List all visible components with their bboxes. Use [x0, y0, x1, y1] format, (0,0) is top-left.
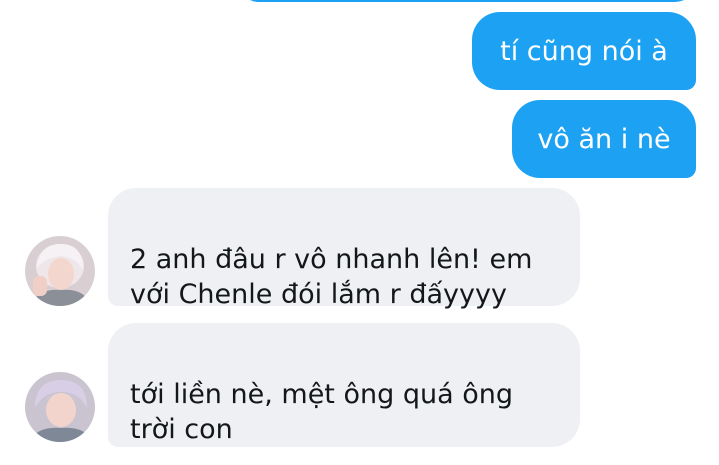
- avatar-image: [25, 372, 95, 442]
- avatar-image: [25, 236, 95, 306]
- chat-thread: tí cũng nói à vô ăn i nè 2 anh đâu r vô …: [0, 0, 719, 465]
- outgoing-message-bubble[interactable]: vô ăn i nè: [512, 100, 696, 178]
- previous-message-bubble[interactable]: [238, 0, 696, 2]
- incoming-message-bubble[interactable]: 2 anh đâu r vô nhanh lên! em với Chenle …: [108, 188, 580, 310]
- outgoing-message-bubble[interactable]: tí cũng nói à: [472, 12, 696, 90]
- message-text: tí cũng nói à: [500, 35, 668, 67]
- message-text: vô ăn i nè: [537, 123, 671, 155]
- avatar[interactable]: [25, 236, 95, 306]
- message-text: 2 anh đâu r vô nhanh lên! em với Chenle …: [130, 244, 533, 310]
- message-text: tới liền nè, mệt ông quá ông trời con: [130, 379, 513, 445]
- avatar[interactable]: [25, 372, 95, 442]
- incoming-message-bubble[interactable]: tới liền nè, mệt ông quá ông trời con: [108, 323, 580, 447]
